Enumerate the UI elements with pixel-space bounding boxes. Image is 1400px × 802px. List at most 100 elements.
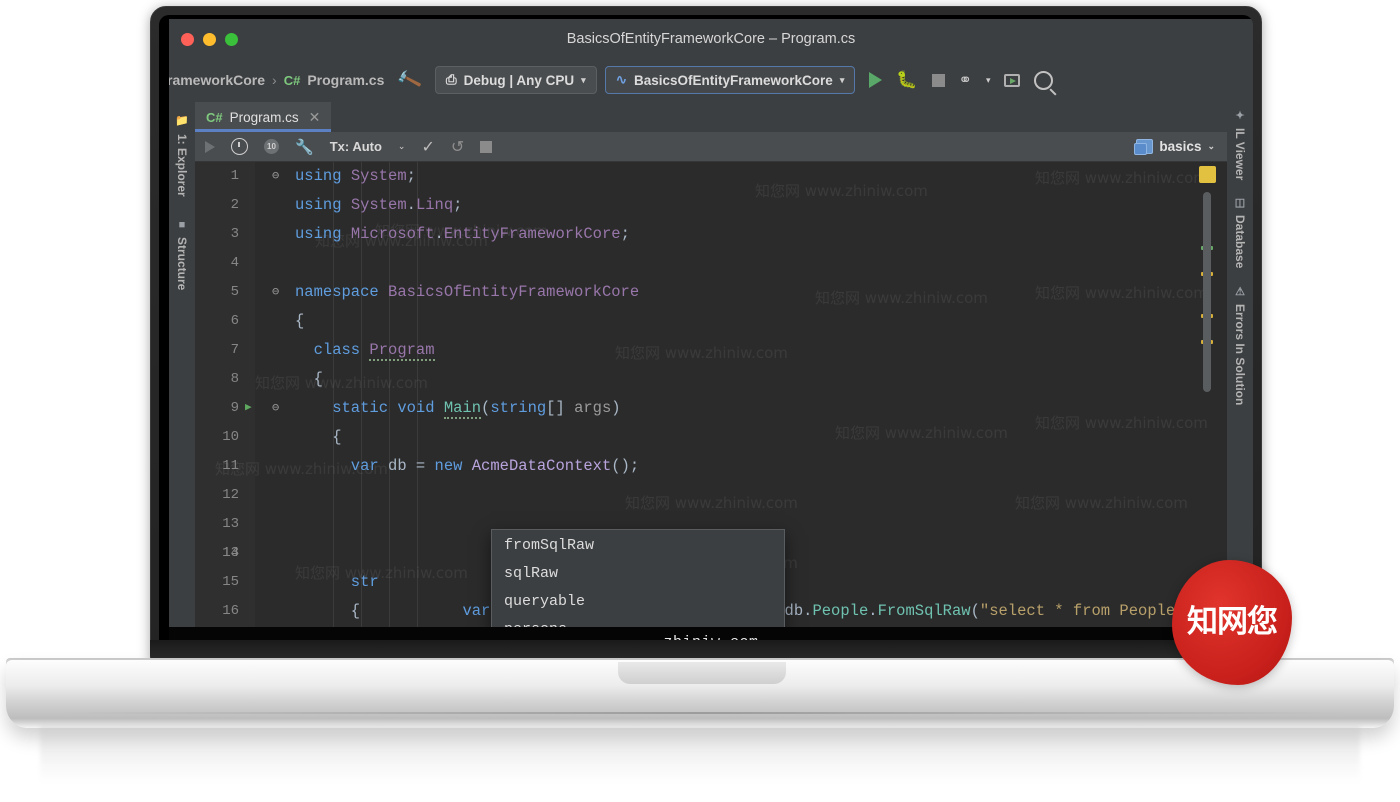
code-token: AcmeDataContext	[471, 457, 612, 475]
code-line[interactable]: 5 ⊖ namespace BasicsOfEntityFrameworkCore	[195, 278, 1227, 307]
console-icon[interactable]	[1004, 73, 1021, 87]
line13-object: db	[784, 602, 804, 620]
structure-icon: ■	[176, 219, 188, 232]
code-token: []	[546, 399, 575, 417]
code-text: using System.Linq;	[295, 191, 462, 220]
code-line[interactable]: 6{	[195, 307, 1227, 336]
completion-item[interactable]: queryable	[492, 588, 784, 616]
code-line[interactable]: 1 ⊖ using System;	[195, 162, 1227, 191]
chevron-down-icon[interactable]: ▾	[986, 75, 991, 86]
sidebar-item-label: Structure	[175, 237, 189, 291]
coverage-icon[interactable]: ⚭	[959, 70, 972, 90]
line-number: 11	[222, 458, 239, 474]
line13-string-literal: "select * from People"	[979, 602, 1185, 620]
tab-label: Program.cs	[229, 109, 299, 125]
run-query-icon[interactable]	[205, 140, 215, 153]
code-token: class	[295, 341, 370, 359]
fold-toggle-icon[interactable]: ⊖	[272, 278, 279, 307]
breadcrumb-file[interactable]: Program.cs	[307, 72, 384, 88]
code-token: Program	[369, 341, 435, 361]
zoom-button[interactable]	[225, 33, 238, 46]
seal-line-2: 您	[1247, 604, 1278, 641]
sidebar-item-il-viewer[interactable]: ✦ IL Viewer	[1233, 101, 1247, 188]
line-number: 4	[230, 255, 239, 271]
warning-summary-marker[interactable]	[1199, 166, 1216, 183]
code-token: .	[406, 196, 416, 214]
code-token: ();	[611, 457, 640, 475]
tx-mode-label[interactable]: Tx: Auto	[330, 139, 382, 154]
stop-icon[interactable]	[480, 140, 493, 153]
code-token: ;	[406, 167, 416, 185]
editor-scrollbar-thumb[interactable]	[1203, 192, 1211, 392]
code-line[interactable]: 12	[195, 481, 1227, 510]
minimize-button[interactable]	[203, 33, 216, 46]
line13-method: FromSqlRaw	[877, 602, 971, 620]
window-titlebar: BasicsOfEntityFrameworkCore – Program.cs	[169, 19, 1253, 59]
laptop-reflection	[40, 726, 1360, 782]
completion-item[interactable]: persons	[492, 616, 784, 627]
database-toolbar: 10 🔧 Tx: Auto ⌄ ✓ ↺ basics ⌄	[195, 132, 1227, 162]
close-icon[interactable]: ✕	[309, 109, 321, 126]
seal-line-1: 知网	[1187, 604, 1248, 641]
breadcrumb-project[interactable]: rameworkCore	[169, 72, 265, 88]
code-text: {	[295, 307, 304, 336]
code-token: .	[434, 225, 444, 243]
run-configuration-selector[interactable]: ⎙ Debug | Any CPU ▾	[434, 66, 597, 94]
startup-project-label: BasicsOfEntityFrameworkCore	[634, 72, 833, 88]
row-count-icon[interactable]: 10	[264, 139, 279, 154]
sidebar-item-label: IL Viewer	[1233, 128, 1247, 181]
datasource-selector[interactable]: basics ⌄	[1134, 139, 1227, 155]
line-number: 8	[230, 371, 239, 387]
code-completion-popup[interactable]: fromSqlRaw sqlRaw queryable persons	[491, 529, 785, 627]
window-controls[interactable]	[181, 33, 238, 46]
sidebar-item-errors-in-solution[interactable]: ⚠ Errors In Solution	[1233, 277, 1247, 413]
tab-program-cs[interactable]: C# Program.cs ✕	[195, 102, 332, 132]
code-line[interactable]: 11 var db = new AcmeDataContext();	[195, 452, 1227, 481]
sidebar-item-database[interactable]: ◫ Database	[1233, 188, 1247, 276]
code-line[interactable]: 4	[195, 249, 1227, 278]
line13-dot: .	[868, 602, 878, 620]
debug-icon[interactable]: 🐛	[896, 70, 917, 90]
code-token: args	[574, 399, 612, 417]
main-toolbar: rameworkCore › C# Program.cs 🔨 ⎙ Debug |…	[169, 59, 1253, 101]
completion-item[interactable]: fromSqlRaw	[492, 532, 784, 560]
window-title: BasicsOfEntityFrameworkCore – Program.cs	[566, 31, 856, 47]
chevron-down-icon[interactable]: ⌄	[398, 141, 406, 152]
commit-check-icon[interactable]: ✓	[421, 137, 434, 157]
fold-toggle-icon[interactable]: ⊖	[272, 162, 279, 191]
code-text: namespace BasicsOfEntityFrameworkCore	[295, 278, 639, 307]
run-icon[interactable]	[869, 72, 883, 88]
code-line[interactable]: 2 using System.Linq;	[195, 191, 1227, 220]
code-token: EntityFrameworkCore	[443, 225, 621, 243]
sidebar-item-structure[interactable]: ■ Structure	[175, 211, 189, 298]
code-text: {	[295, 423, 341, 452]
editor-tabbar: C# Program.cs ✕	[195, 101, 1227, 132]
code-token: using	[295, 167, 351, 185]
history-clock-icon[interactable]	[231, 138, 248, 155]
sidebar-item-explorer[interactable]: 📁 1: Explorer	[175, 107, 189, 205]
code-line[interactable]: 10 {	[195, 423, 1227, 452]
dotnet-icon: ∿	[615, 72, 627, 87]
fold-toggle-icon[interactable]: ⊖	[272, 394, 279, 423]
run-configuration-label: Debug | Any CPU	[463, 72, 575, 88]
startup-project-selector[interactable]: ∿ BasicsOfEntityFrameworkCore ▾	[604, 66, 856, 94]
code-token: Main	[443, 399, 482, 419]
wrench-icon[interactable]: 🔧	[295, 138, 314, 156]
code-editor[interactable]: 知您网 www.zhiniw.com 知您网 www.zhiniw.com 知您…	[195, 162, 1227, 627]
code-line[interactable]: 3 using Microsoft.EntityFrameworkCore;	[195, 220, 1227, 249]
code-text: {	[295, 365, 323, 394]
code-line[interactable]: 7 class Program	[195, 336, 1227, 365]
il-viewer-icon: ✦	[1233, 109, 1246, 122]
hammer-icon[interactable]: 🔨	[395, 66, 423, 93]
completion-item[interactable]: sqlRaw	[492, 560, 784, 588]
code-token: static void	[295, 399, 444, 417]
code-line[interactable]: 8 {	[195, 365, 1227, 394]
run-gutter-icon[interactable]: ▶	[245, 394, 252, 423]
code-token: var	[295, 457, 389, 475]
breadcrumb[interactable]: rameworkCore › C# Program.cs	[169, 72, 384, 88]
rollback-icon[interactable]: ↺	[451, 137, 464, 157]
stop-icon[interactable]	[931, 73, 945, 87]
search-icon[interactable]	[1034, 70, 1054, 90]
close-button[interactable]	[181, 33, 194, 46]
code-line[interactable]: 9 ▶ ⊖ static void Main(string[] args)	[195, 394, 1227, 423]
